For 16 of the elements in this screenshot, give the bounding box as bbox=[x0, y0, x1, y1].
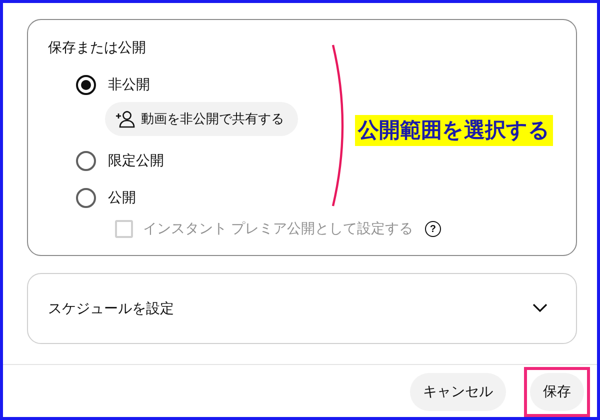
dialog-button[interactable]: 保存 bbox=[530, 373, 584, 411]
radio-button[interactable] bbox=[76, 75, 96, 95]
section-title: スケジュールを設定 bbox=[48, 299, 174, 318]
option-label: 公開 bbox=[108, 189, 136, 207]
option-label: 限定公開 bbox=[108, 152, 164, 170]
checkbox-label: インスタント プレミア公開として設定する bbox=[143, 220, 413, 238]
radio-button[interactable] bbox=[76, 188, 96, 208]
chevron-down-icon[interactable] bbox=[532, 303, 548, 314]
dialog-button[interactable]: キャンセル bbox=[410, 373, 506, 411]
radio-button[interactable] bbox=[76, 151, 96, 171]
share-button[interactable]: 動画を非公開で共有する bbox=[105, 102, 298, 136]
annotation-label: 公開範囲を選択する bbox=[355, 115, 553, 146]
add-person-icon bbox=[115, 110, 135, 128]
option-label: 非公開 bbox=[108, 76, 150, 94]
schedule-card[interactable]: スケジュールを設定 bbox=[27, 272, 577, 344]
section-title: 保存または公開 bbox=[48, 38, 147, 56]
